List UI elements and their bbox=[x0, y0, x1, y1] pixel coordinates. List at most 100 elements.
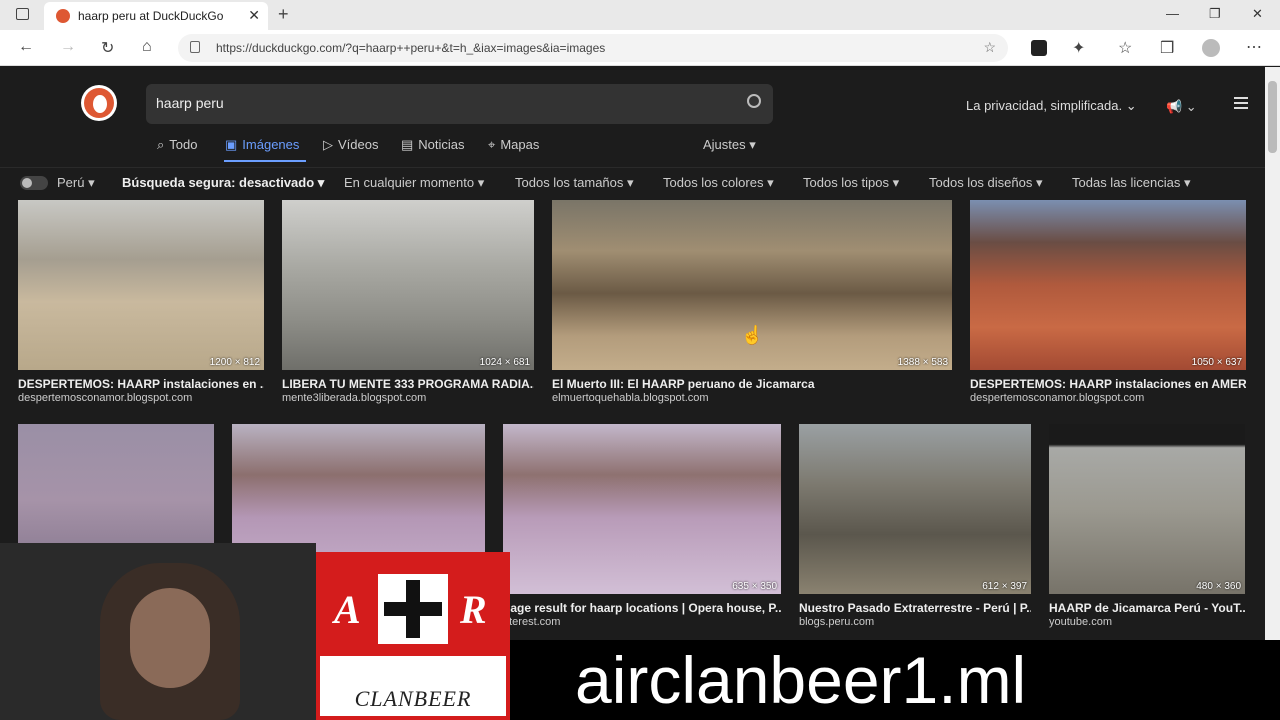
forward-icon[interactable]: → bbox=[60, 38, 76, 56]
result-source[interactable]: blogs.peru.com bbox=[799, 616, 874, 628]
add-favorite-icon[interactable]: ☆ bbox=[983, 39, 996, 56]
tab-videos[interactable]: ▷ Vídeos bbox=[323, 137, 378, 153]
restore-icon[interactable]: ❐ bbox=[1209, 6, 1221, 22]
image-result[interactable]: 1388 × 583 El Muerto III: El HAARP perua… bbox=[552, 200, 952, 410]
filter-bar: Perú ▾ Búsqueda segura: desactivado ▾ En… bbox=[0, 167, 1265, 197]
collections-icon[interactable]: ❒ bbox=[1160, 38, 1174, 58]
close-tab-icon[interactable]: ✕ bbox=[248, 7, 260, 24]
result-caption[interactable]: DESPERTEMOS: HAARP instalaciones en AMER… bbox=[970, 377, 1246, 391]
news-icon: ▤ bbox=[401, 137, 414, 152]
result-thumbnail[interactable]: 635 × 350 bbox=[503, 424, 781, 594]
banner-letter-r: R bbox=[460, 587, 487, 632]
image-dimensions: 635 × 350 bbox=[732, 581, 777, 592]
result-source[interactable]: mente3liberada.blogspot.com bbox=[282, 392, 426, 404]
result-caption[interactable]: HAARP de Jicamarca Perú - YouT... bbox=[1049, 601, 1245, 615]
result-caption[interactable]: nage result for haarp locations | Opera … bbox=[503, 601, 781, 615]
iron-cross-icon bbox=[378, 574, 448, 644]
safe-search-filter[interactable]: Búsqueda segura: desactivado ▾ bbox=[122, 175, 324, 191]
promo-text: airclanbeer1.ml bbox=[575, 643, 1027, 717]
image-result[interactable]: 1050 × 637 DESPERTEMOS: HAARP instalacio… bbox=[970, 200, 1246, 410]
result-source[interactable]: despertemosconamor.blogspot.com bbox=[970, 392, 1144, 404]
image-result[interactable]: 480 × 360 HAARP de Jicamarca Perú - YouT… bbox=[1049, 424, 1245, 634]
browser-tab[interactable]: haarp peru at DuckDuckGo ✕ bbox=[44, 2, 268, 30]
image-dimensions: 612 × 397 bbox=[982, 581, 1027, 592]
image-result[interactable]: 1024 × 681 LIBERA TU MENTE 333 PROGRAMA … bbox=[282, 200, 534, 410]
result-caption[interactable]: DESPERTEMOS: HAARP instalaciones en ... bbox=[18, 377, 264, 391]
duckduckgo-logo[interactable] bbox=[81, 85, 117, 121]
url-bar[interactable]: https://duckduckgo.com/?q=haarp++peru+&t… bbox=[178, 34, 1008, 62]
image-dimensions: 1050 × 637 bbox=[1191, 357, 1242, 368]
result-thumbnail[interactable]: 1024 × 681 bbox=[282, 200, 534, 370]
search-box[interactable]: haarp peru bbox=[146, 84, 773, 124]
search-icon: ⌕ bbox=[157, 137, 165, 152]
favorites-icon[interactable]: ☆ bbox=[1118, 38, 1132, 58]
play-icon: ▷ bbox=[323, 137, 333, 152]
close-window-icon[interactable]: ✕ bbox=[1252, 6, 1263, 22]
image-dimensions: 1200 × 812 bbox=[209, 357, 260, 368]
banner-letter-a: A bbox=[334, 587, 361, 632]
tab-actions-icon[interactable] bbox=[16, 8, 29, 20]
extension-icon[interactable] bbox=[1031, 40, 1047, 56]
result-caption[interactable]: LIBERA TU MENTE 333 PROGRAMA RADIA... bbox=[282, 377, 534, 391]
region-filter[interactable]: Perú ▾ bbox=[57, 175, 95, 191]
tab-todo[interactable]: ⌕ Todo bbox=[157, 137, 197, 153]
mouse-cursor-icon: ☝ bbox=[741, 325, 764, 345]
result-thumbnail[interactable]: 480 × 360 bbox=[1049, 424, 1245, 594]
extensions-puzzle-icon[interactable]: ✦ bbox=[1072, 38, 1085, 58]
page-scrollbar[interactable] bbox=[1265, 67, 1280, 720]
more-options-icon[interactable]: ⋯ bbox=[1246, 37, 1262, 57]
webcam-overlay bbox=[0, 543, 316, 720]
home-icon[interactable]: ⌂ bbox=[142, 38, 152, 56]
active-tab-indicator bbox=[224, 160, 306, 162]
profile-avatar[interactable] bbox=[1202, 39, 1220, 57]
scrollbar-thumb[interactable] bbox=[1268, 81, 1277, 153]
address-toolbar: ← → ↻ ⌂ https://duckduckgo.com/?q=haarp+… bbox=[0, 30, 1280, 66]
result-thumbnail[interactable]: 1200 × 812 bbox=[18, 200, 264, 370]
banner-clanbeer-text: CLANBEER bbox=[354, 686, 472, 711]
privacy-text: La privacidad, simplificada. bbox=[966, 98, 1123, 113]
result-caption[interactable]: El Muerto III: El HAARP peruano de Jicam… bbox=[552, 377, 952, 391]
hamburger-menu-icon[interactable] bbox=[1234, 97, 1248, 109]
image-icon: ▣ bbox=[225, 137, 238, 152]
image-dimensions: 480 × 360 bbox=[1196, 581, 1241, 592]
privacy-menu[interactable]: La privacidad, simplificada. ⌄ bbox=[966, 98, 1137, 114]
result-source[interactable]: nterest.com bbox=[503, 616, 560, 628]
time-filter[interactable]: En cualquier momento ▾ bbox=[344, 175, 484, 191]
result-thumbnail[interactable]: 612 × 397 bbox=[799, 424, 1031, 594]
minimize-icon[interactable]: — bbox=[1166, 6, 1179, 21]
region-toggle[interactable] bbox=[20, 176, 48, 190]
image-dimensions: 1024 × 681 bbox=[479, 357, 530, 368]
url-text[interactable]: https://duckduckgo.com/?q=haarp++peru+&t… bbox=[216, 41, 605, 55]
promo-url-overlay: airclanbeer1.ml bbox=[510, 640, 1280, 720]
clanbeer-logo-banner: A R CLANBEER bbox=[316, 552, 510, 720]
duckduckgo-favicon-icon bbox=[56, 9, 70, 23]
license-filter[interactable]: Todas las licencias ▾ bbox=[1072, 175, 1191, 191]
lock-icon[interactable] bbox=[190, 41, 200, 53]
result-source[interactable]: elmuertoquehabla.blogspot.com bbox=[552, 392, 709, 404]
result-thumbnail[interactable]: 1050 × 637 bbox=[970, 200, 1246, 370]
browser-tab-bar: haarp peru at DuckDuckGo ✕ + — ❐ ✕ bbox=[0, 0, 1280, 30]
color-filter[interactable]: Todos los colores ▾ bbox=[663, 175, 774, 191]
layout-filter[interactable]: Todos los diseños ▾ bbox=[929, 175, 1042, 191]
image-result[interactable]: 612 × 397 Nuestro Pasado Extraterrestre … bbox=[799, 424, 1031, 634]
result-source[interactable]: youtube.com bbox=[1049, 616, 1112, 628]
image-dimensions: 1388 × 583 bbox=[897, 357, 948, 368]
tab-noticias[interactable]: ▤ Noticias bbox=[401, 137, 465, 153]
image-result[interactable]: 635 × 350 nage result for haarp location… bbox=[503, 424, 781, 634]
new-tab-icon[interactable]: + bbox=[278, 4, 289, 25]
tab-imagenes[interactable]: ▣ Imágenes bbox=[225, 137, 299, 153]
map-pin-icon: ⌖ bbox=[488, 137, 496, 152]
ajustes-dropdown[interactable]: Ajustes ▾ bbox=[703, 137, 756, 153]
webcam-face bbox=[130, 588, 210, 688]
megaphone-icon[interactable]: 📢 ⌄ bbox=[1166, 99, 1197, 115]
search-input[interactable]: haarp peru bbox=[156, 95, 224, 111]
size-filter[interactable]: Todos los tamaños ▾ bbox=[515, 175, 634, 191]
result-caption[interactable]: Nuestro Pasado Extraterrestre - Perú | P… bbox=[799, 601, 1031, 615]
search-icon[interactable] bbox=[747, 94, 761, 108]
type-filter[interactable]: Todos los tipos ▾ bbox=[803, 175, 899, 191]
image-result[interactable]: 1200 × 812 DESPERTEMOS: HAARP instalacio… bbox=[18, 200, 264, 410]
result-source[interactable]: despertemosconamor.blogspot.com bbox=[18, 392, 192, 404]
reload-icon[interactable]: ↻ bbox=[101, 38, 114, 58]
back-icon[interactable]: ← bbox=[18, 38, 34, 56]
tab-mapas[interactable]: ⌖ Mapas bbox=[488, 137, 539, 153]
